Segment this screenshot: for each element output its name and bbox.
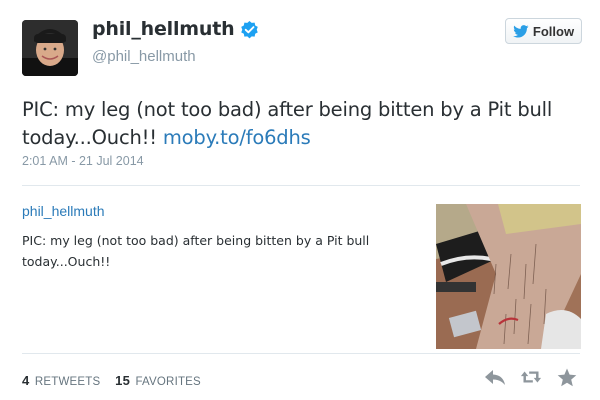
divider [22, 185, 580, 186]
tweet-timestamp[interactable]: 2:01 AM - 21 Jul 2014 [22, 154, 144, 168]
tweet-stats: 4 RETWEETS 15 FAVORITES [22, 373, 201, 388]
favorites-label[interactable]: FAVORITES [135, 376, 201, 388]
retweet-button[interactable] [520, 367, 542, 387]
retweet-icon [520, 371, 542, 383]
tweet-text: PIC: my leg (not too bad) after being bi… [22, 96, 582, 152]
retweets-count[interactable]: 4 [22, 373, 29, 388]
name-row: phil_hellmuth [92, 18, 259, 40]
favorites-count[interactable]: 15 [115, 373, 130, 388]
follow-label: Follow [532, 23, 575, 39]
card-photo[interactable] [436, 204, 581, 349]
reply-icon [485, 370, 505, 385]
retweets-label[interactable]: RETWEETS [35, 376, 101, 388]
tweet-link[interactable]: moby.to/fo6dhs [163, 126, 311, 149]
display-name[interactable]: phil_hellmuth [92, 18, 235, 40]
card-text: PIC: my leg (not too bad) after being bi… [22, 233, 370, 269]
follow-button[interactable]: Follow [505, 18, 582, 44]
star-icon [557, 368, 577, 386]
tweet-embed: phil_hellmuth @phil_hellmuth Follow PIC:… [0, 0, 600, 400]
verified-badge-icon [241, 20, 259, 38]
twitter-bird-icon [513, 24, 529, 38]
user-handle[interactable]: @phil_hellmuth [92, 48, 196, 65]
reply-button[interactable] [484, 367, 506, 387]
card-username[interactable]: phil_hellmuth [22, 203, 105, 219]
favorite-button[interactable] [556, 367, 578, 387]
avatar[interactable] [22, 20, 78, 76]
tweet-actions [484, 367, 578, 387]
divider [22, 353, 580, 354]
